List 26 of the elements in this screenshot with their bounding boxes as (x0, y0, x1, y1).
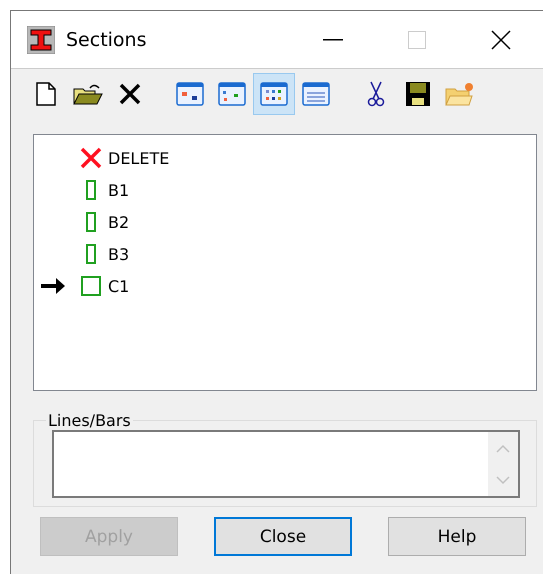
new-document-icon (36, 82, 56, 106)
rectangle-icon (85, 211, 97, 233)
folder-icon (73, 82, 103, 106)
minimize-icon[interactable] (323, 38, 343, 40)
cross-icon (80, 147, 102, 169)
square-icon (81, 275, 101, 297)
list-item[interactable]: C1 (108, 276, 130, 296)
window-view-icon (260, 81, 288, 107)
window-view-icon (176, 81, 204, 107)
dialog-button[interactable]: Help (388, 517, 526, 556)
group-label: Lines/Bars (47, 411, 132, 430)
list-item[interactable]: B3 (108, 244, 130, 264)
i-beam-icon (27, 26, 55, 54)
dialog-button[interactable]: Close (214, 517, 352, 556)
rectangle-icon (85, 179, 97, 201)
list-item[interactable]: B1 (108, 180, 130, 200)
window-view-icon (302, 81, 330, 107)
window-title: Sections (66, 28, 148, 50)
list-item[interactable]: B2 (108, 212, 130, 232)
close-icon[interactable] (491, 30, 511, 50)
folder-star-icon (445, 81, 475, 107)
scissors-icon (367, 81, 385, 107)
rectangle-icon (85, 243, 97, 265)
list-item[interactable]: DELETE (108, 148, 170, 168)
window-view-icon (218, 81, 246, 107)
delete-icon (118, 82, 142, 106)
